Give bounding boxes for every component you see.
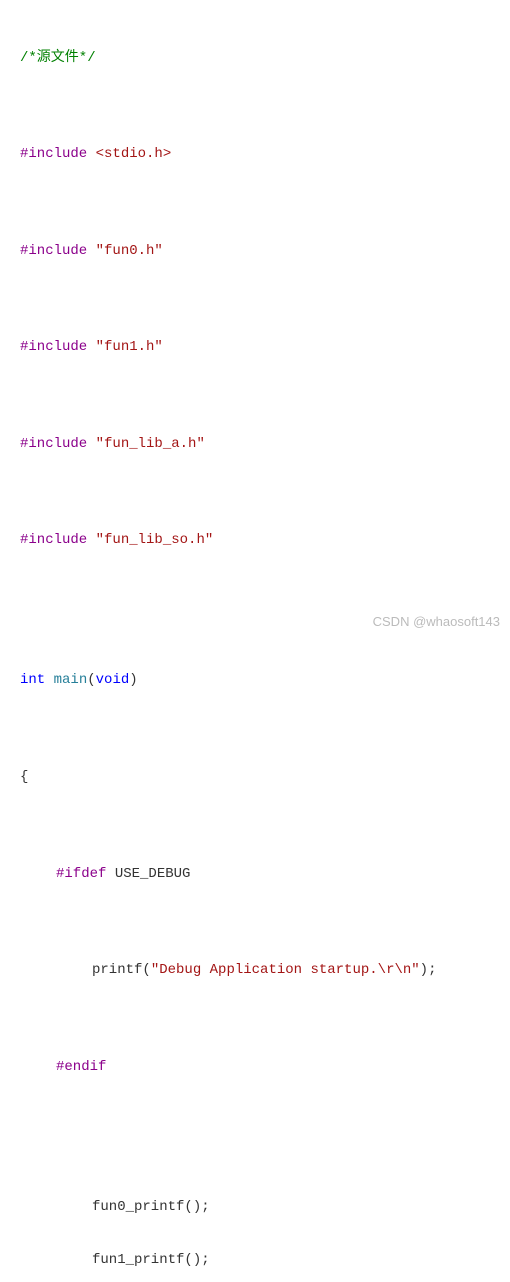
include-funlibso: "fun_lib_so.h" — [96, 532, 214, 548]
include-fun0: "fun0.h" — [96, 243, 163, 259]
watermark-text: CSDN @whaosoft143 — [373, 610, 500, 635]
include-directive: #include — [20, 243, 87, 259]
include-fun1: "fun1.h" — [96, 339, 163, 355]
include-directive: #include — [20, 146, 87, 162]
call-fun1: fun1_printf(); — [92, 1252, 210, 1268]
include-stdio: <stdio.h> — [96, 146, 172, 162]
paren-open: ( — [87, 672, 95, 688]
function-main: main — [45, 672, 87, 688]
printf-call: printf — [92, 962, 142, 978]
include-directive: #include — [20, 339, 87, 355]
brace-open: { — [20, 769, 28, 785]
keyword-void: void — [96, 672, 130, 688]
include-directive: #include — [20, 532, 87, 548]
endif-directive: #endif — [56, 1059, 106, 1075]
ifdef-symbol: USE_DEBUG — [106, 866, 190, 882]
paren-close: ) — [129, 672, 137, 688]
comment-source-file: /*源文件*/ — [20, 50, 96, 66]
debug-string: "Debug Application startup.\r\n" — [151, 962, 420, 978]
paren-open: ( — [142, 962, 150, 978]
include-directive: #include — [20, 436, 87, 452]
call-fun0: fun0_printf(); — [92, 1199, 210, 1215]
keyword-int: int — [20, 672, 45, 688]
ifdef-directive: #ifdef — [56, 866, 106, 882]
include-funliba: "fun_lib_a.h" — [96, 436, 205, 452]
paren-semi: ); — [420, 962, 437, 978]
code-block: /*源文件*/ #include <stdio.h> #include "fun… — [20, 18, 490, 1282]
